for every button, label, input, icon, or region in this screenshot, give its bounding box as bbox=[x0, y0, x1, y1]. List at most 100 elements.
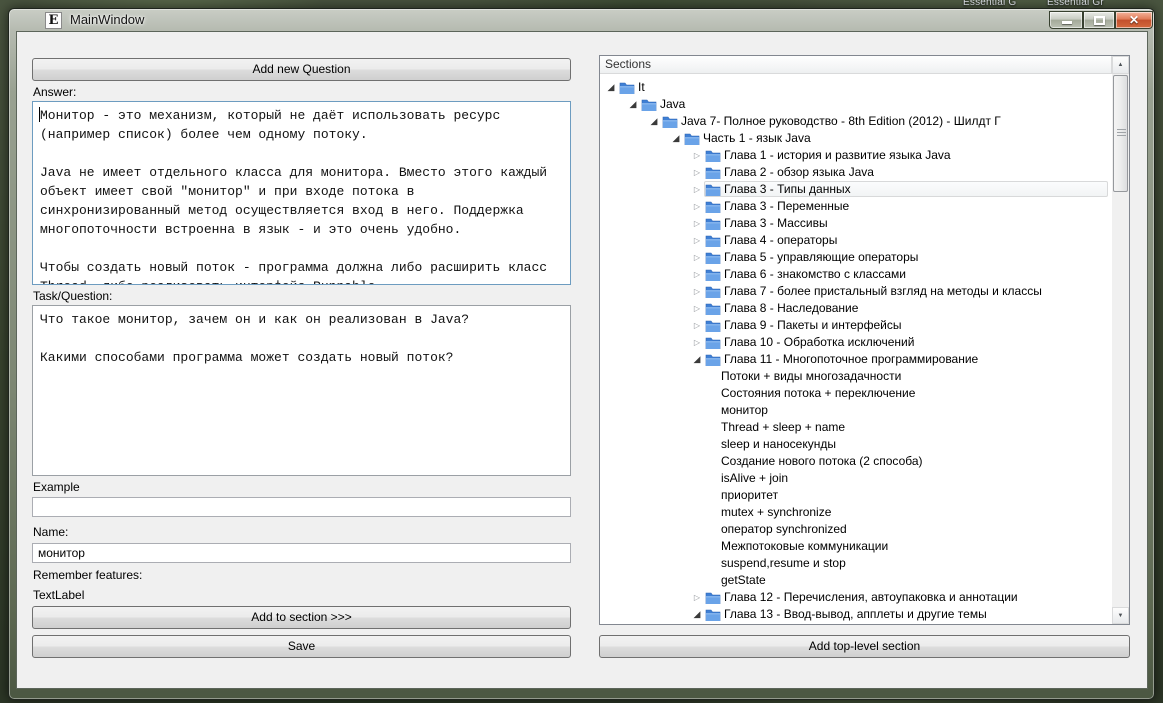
expand-arrow-icon[interactable]: ▷ bbox=[691, 147, 703, 164]
scrollbar-thumb[interactable] bbox=[1113, 75, 1128, 192]
example-input[interactable] bbox=[32, 497, 571, 517]
tree-item[interactable]: ▷ Глава 9 - Пакеты и интерфейсы bbox=[601, 317, 1111, 334]
tree-item[interactable]: монитор bbox=[601, 402, 1111, 419]
remember-features-value: TextLabel bbox=[33, 588, 85, 602]
collapse-arrow-icon[interactable]: ◢ bbox=[648, 113, 660, 130]
sections-tree[interactable]: Sections ▲ ▼ ◢ It ◢ Java ◢ Java 7- Полное рук… bbox=[599, 55, 1130, 625]
tree-item[interactable]: ◢ Часть 1 - язык Java bbox=[601, 130, 1111, 147]
tree-header: Sections bbox=[600, 56, 1112, 74]
collapse-arrow-icon[interactable]: ◢ bbox=[691, 351, 703, 368]
tree-item[interactable]: ▷ Глава 12 - Перечисления, автоупаковка и… bbox=[601, 589, 1111, 606]
name-input[interactable] bbox=[32, 543, 571, 563]
scrollbar-track[interactable] bbox=[1112, 74, 1129, 607]
tree-header-label: Sections bbox=[605, 57, 652, 71]
tree-item-label: Глава 3 - Массивы bbox=[724, 216, 828, 230]
tree-item[interactable]: ▷ Глава 1 - история и развитие языка Java bbox=[601, 147, 1111, 164]
expand-arrow-icon[interactable]: ▷ bbox=[691, 249, 703, 266]
tree-item[interactable]: ▷ Глава 7 - более пристальный взгляд на м… bbox=[601, 283, 1111, 300]
folder-icon bbox=[705, 217, 721, 230]
tree-item[interactable]: ▷ Глава 2 - обзор языка Java bbox=[601, 164, 1111, 181]
tree-item-label: suspend,resume и stop bbox=[721, 556, 846, 570]
tree-item[interactable]: suspend,resume и stop bbox=[601, 555, 1111, 572]
expand-arrow-icon[interactable]: ▷ bbox=[691, 283, 703, 300]
tree-item[interactable]: ▷ Глава 4 - операторы bbox=[601, 232, 1111, 249]
tree-item-label: Глава 13 - Ввод-вывод, апплеты и другие … bbox=[724, 607, 987, 621]
expand-arrow-icon[interactable]: ▷ bbox=[691, 266, 703, 283]
expand-arrow-icon[interactable]: ▷ bbox=[691, 317, 703, 334]
answer-textarea[interactable]: Монитор - это механизм, который не даёт … bbox=[32, 101, 571, 285]
collapse-arrow-icon[interactable]: ◢ bbox=[605, 79, 617, 96]
tree-item[interactable]: ◢ Глава 13 - Ввод-вывод, апплеты и другие… bbox=[601, 606, 1111, 623]
folder-icon bbox=[705, 166, 721, 179]
tree-item-label: Глава 4 - операторы bbox=[724, 233, 838, 247]
collapse-arrow-icon[interactable]: ◢ bbox=[627, 96, 639, 113]
expand-arrow-icon[interactable]: ▷ bbox=[691, 164, 703, 181]
tree-item[interactable]: приоритет bbox=[601, 487, 1111, 504]
expand-arrow-icon[interactable]: ▷ bbox=[691, 232, 703, 249]
tree-item[interactable]: ▷ Глава 8 - Наследование bbox=[601, 300, 1111, 317]
tree-item-label: Глава 1 - история и развитие языка Java bbox=[724, 148, 951, 162]
remember-features-label: Remember features: bbox=[33, 568, 143, 582]
minimize-button[interactable] bbox=[1049, 11, 1083, 29]
scroll-down-button[interactable]: ▼ bbox=[1112, 607, 1129, 624]
folder-icon bbox=[641, 98, 657, 111]
folder-icon bbox=[705, 268, 721, 281]
folder-icon bbox=[705, 319, 721, 332]
tree-item[interactable]: ▷ Глава 3 - Переменные bbox=[601, 198, 1111, 215]
tree-item[interactable]: getState bbox=[601, 572, 1111, 589]
save-button[interactable]: Save bbox=[32, 635, 571, 658]
add-new-question-button[interactable]: Add new Question bbox=[32, 58, 571, 81]
folder-icon bbox=[705, 608, 721, 621]
example-label: Example bbox=[33, 480, 80, 494]
tree-item[interactable]: ▷ Глава 3 - Типы данных bbox=[601, 181, 1111, 198]
add-top-level-section-button[interactable]: Add top-level section bbox=[599, 635, 1130, 658]
tree-item[interactable]: ▷ Глава 5 - управляющие операторы bbox=[601, 249, 1111, 266]
expand-arrow-icon[interactable]: ▷ bbox=[691, 198, 703, 215]
tree-item[interactable]: isAlive + join bbox=[601, 470, 1111, 487]
title-bar[interactable]: E MainWindow ✕ bbox=[9, 9, 1154, 31]
scroll-up-button[interactable]: ▲ bbox=[1112, 56, 1129, 74]
maximize-button[interactable] bbox=[1083, 11, 1115, 29]
collapse-arrow-icon[interactable]: ◢ bbox=[691, 606, 703, 623]
collapse-arrow-icon[interactable]: ◢ bbox=[670, 130, 682, 147]
expand-arrow-icon[interactable]: ▷ bbox=[691, 215, 703, 232]
tree-item-label: Глава 5 - управляющие операторы bbox=[724, 250, 919, 264]
expand-arrow-icon[interactable]: ▷ bbox=[691, 181, 703, 198]
tree-item[interactable]: ▷ Глава 6 - знакомство с классами bbox=[601, 266, 1111, 283]
expand-arrow-icon[interactable]: ▷ bbox=[691, 300, 703, 317]
tree-item[interactable]: ◢ Java 7- Полное руководство - 8th Editio… bbox=[601, 113, 1111, 130]
tree-item-label: Глава 6 - знакомство с классами bbox=[724, 267, 906, 281]
tree-item[interactable]: sleep и наносекунды bbox=[601, 436, 1111, 453]
tree-item[interactable]: ▷ Глава 10 - Обработка исключений bbox=[601, 334, 1111, 351]
tree-item[interactable]: Потоки + виды многозадачности bbox=[601, 368, 1111, 385]
tree-item[interactable]: ◢ Глава 11 - Многопоточное программирован… bbox=[601, 351, 1111, 368]
folder-icon bbox=[684, 132, 700, 145]
tree-item[interactable]: ◢ It bbox=[601, 79, 1111, 96]
expand-arrow-icon[interactable]: ▷ bbox=[691, 334, 703, 351]
tree-item[interactable]: mutex + synchronize bbox=[601, 504, 1111, 521]
expand-arrow-icon[interactable]: ▷ bbox=[691, 623, 703, 626]
tree-item[interactable]: ▷ bbox=[601, 623, 1111, 626]
tree-item-label: Потоки + виды многозадачности bbox=[721, 369, 902, 383]
close-button[interactable]: ✕ bbox=[1115, 11, 1153, 29]
folder-icon bbox=[705, 285, 721, 298]
folder-icon bbox=[619, 81, 635, 94]
tree-item[interactable]: Создание нового потока (2 способа) bbox=[601, 453, 1111, 470]
tree-item-label: Состояния потока + переключение bbox=[721, 386, 916, 400]
window: E MainWindow ✕ Add new Question Answer: … bbox=[8, 8, 1155, 700]
add-to-section-button[interactable]: Add to section >>> bbox=[32, 606, 571, 629]
tree-item[interactable]: ▷ Глава 3 - Массивы bbox=[601, 215, 1111, 232]
tree-item-label: mutex + synchronize bbox=[721, 505, 832, 519]
tree-item[interactable]: Thread + sleep + name bbox=[601, 419, 1111, 436]
app-icon: E bbox=[45, 12, 62, 29]
tree-item[interactable]: Межпотоковые коммуникации bbox=[601, 538, 1111, 555]
tree-item-label: Глава 3 - Переменные bbox=[724, 199, 850, 213]
expand-arrow-icon[interactable]: ▷ bbox=[691, 589, 703, 606]
task-question-label: Task/Question: bbox=[33, 289, 113, 303]
tree-item[interactable]: Состояния потока + переключение bbox=[601, 385, 1111, 402]
name-label: Name: bbox=[33, 525, 69, 539]
tree-item[interactable]: оператор synchronized bbox=[601, 521, 1111, 538]
task-question-textarea[interactable]: Что такое монитор, зачем он и как он реа… bbox=[32, 305, 571, 476]
tree-item[interactable]: ◢ Java bbox=[601, 96, 1111, 113]
folder-icon bbox=[705, 183, 721, 196]
